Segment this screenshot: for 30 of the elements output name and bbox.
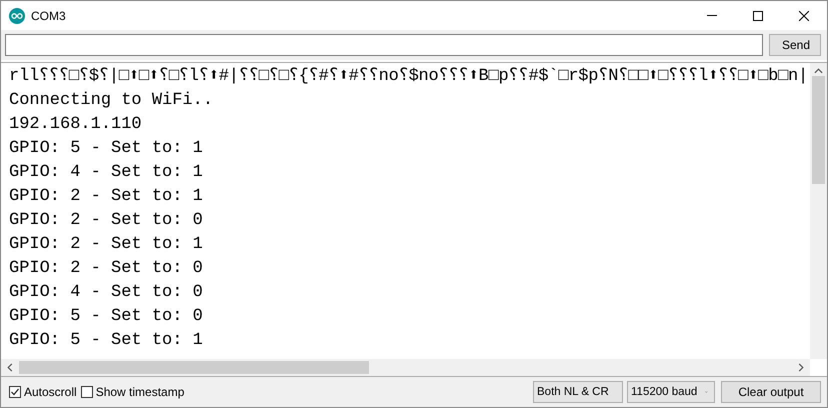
output-line: GPIO: 5 - Set to: 0	[9, 307, 203, 326]
checkbox-label[interactable]: Autoscroll	[24, 385, 77, 399]
output-line: GPIO: 4 - Set to: 1	[9, 163, 203, 182]
app-logo-icon	[9, 8, 25, 24]
checkbox-label[interactable]: Show timestamp	[96, 385, 184, 399]
line-ending-dropdown[interactable]: Both NL & CR	[533, 381, 623, 403]
baud-rate-dropdown[interactable]: 115200 baud	[627, 381, 715, 403]
window-title: COM3	[31, 8, 66, 22]
scroll-left-icon[interactable]	[7, 363, 13, 372]
message-input-field[interactable]	[5, 34, 763, 56]
output-line: GPIO: 4 - Set to: 0	[9, 283, 203, 302]
scroll-up-icon[interactable]	[814, 68, 823, 74]
output-line: Connecting to WiFi..	[9, 91, 214, 110]
output-line: GPIO: 2 - Set to: 0	[9, 259, 203, 278]
output-line: rll⸮⸮⸮□⸮$⸮|□⬆□⬆⸮□⸮l⸮⬆#|⸮⸮□⸮□⸮{⸮#⸮⬆#⸮⸮no⸮$no⸮⸮⸮⬆B□p⸮⸮#$`□r$p⸮N⸮□□⬆□⸮⸮⸮l⬆⸮⸮□⬆□b□n|	[9, 67, 808, 86]
horizontal-scrollbar-thumb[interactable]	[19, 361, 369, 374]
checkbox[interactable]	[80, 386, 93, 398]
output-line: GPIO: 5 - Set to: 1	[9, 139, 203, 158]
output-line: GPIO: 5 - Set to: 1	[9, 331, 203, 350]
maximize-icon[interactable]	[753, 10, 763, 20]
output-line: GPIO: 2 - Set to: 1	[9, 187, 203, 206]
scroll-right-icon[interactable]	[798, 363, 804, 372]
output-line: 192.168.1.110	[9, 115, 142, 134]
vertical-scrollbar-thumb[interactable]	[812, 76, 825, 184]
clear-output-button[interactable]: Clear output	[721, 381, 821, 403]
send-button[interactable]: Send	[769, 34, 821, 56]
output-line: GPIO: 2 - Set to: 0	[9, 211, 203, 230]
close-icon[interactable]	[799, 10, 809, 20]
checked-checkbox[interactable]	[9, 386, 21, 398]
output-line: GPIO: 2 - Set to: 1	[9, 235, 203, 254]
